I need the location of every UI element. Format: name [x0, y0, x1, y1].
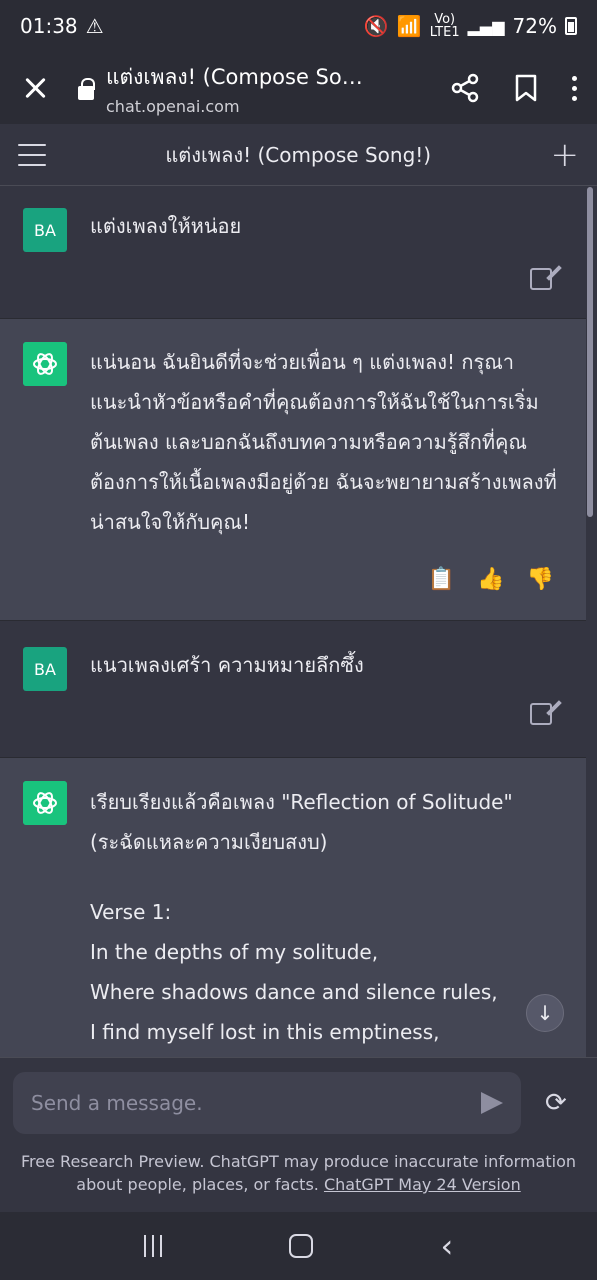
lyric-line: Where shadows dance and silence rules,	[90, 980, 498, 1004]
status-bar: 01:38 ⚠ 🔇 📶 Vo) LTE1 ▂▄▆ 72%	[0, 0, 597, 52]
lyric-line: In the depths of my solitude,	[90, 940, 379, 964]
user-avatar: BA	[23, 208, 67, 252]
send-icon[interactable]	[481, 1092, 503, 1114]
close-icon[interactable]	[20, 73, 50, 103]
lock-icon	[78, 78, 95, 100]
bookmark-icon[interactable]	[514, 73, 538, 103]
song-title-line: เรียบเรียงแล้วคือเพลง "Reflection of Sol…	[90, 790, 513, 814]
more-icon[interactable]	[572, 75, 577, 101]
battery-percent: 72%	[512, 14, 557, 38]
message-input[interactable]	[31, 1091, 481, 1115]
address-bar[interactable]: แต่งเพลง! (Compose Son… chat.openai.com	[106, 61, 450, 116]
user-message: BA แนวเพลงเศร้า ความหมายลึกซึ้ง	[0, 621, 586, 758]
thumbs-down-icon[interactable]: 👎	[527, 567, 554, 592]
volte-label: Vo) LTE1	[429, 12, 460, 40]
song-subtitle-line: (ระฉัดแหละความเงียบสงบ)	[90, 830, 328, 854]
home-icon[interactable]	[289, 1234, 314, 1258]
back-icon[interactable]: ‹	[440, 1230, 453, 1262]
wifi-icon: 📶	[396, 14, 422, 38]
user-message: BA แต่งเพลงให้หน่อย	[0, 187, 586, 319]
copy-icon[interactable]: 📋	[428, 567, 455, 592]
message-input-box[interactable]	[13, 1072, 521, 1134]
composer: ⟳ Free Research Preview. ChatGPT may pro…	[0, 1057, 597, 1212]
scroll-down-icon[interactable]: ↓	[526, 994, 564, 1032]
battery-icon	[565, 17, 577, 35]
edit-icon[interactable]	[530, 268, 552, 290]
browser-toolbar: แต่งเพลง! (Compose Son… chat.openai.com	[0, 52, 597, 124]
lyric-line: I find myself lost in this emptiness,	[90, 1020, 440, 1044]
version-link[interactable]: ChatGPT May 24 Version	[324, 1175, 521, 1194]
chatgpt-logo-icon	[23, 781, 67, 825]
message-text: แต่งเพลงให้หน่อย	[90, 214, 242, 238]
user-avatar: BA	[23, 647, 67, 691]
recents-icon[interactable]	[143, 1235, 162, 1257]
assistant-message: แน่นอน ฉันยินดีที่จะช่วยเพื่อน ๆ แต่งเพล…	[0, 319, 586, 621]
regenerate-icon[interactable]: ⟳	[545, 1088, 567, 1118]
mute-icon: 🔇	[363, 14, 389, 38]
status-time: 01:38	[20, 14, 78, 38]
lyric-line: Verse 1:	[90, 900, 172, 924]
edit-icon[interactable]	[530, 703, 552, 725]
browser-url: chat.openai.com	[106, 96, 240, 116]
signal-icon: ▂▄▆	[467, 16, 505, 36]
app-header: แต่งเพลง! (Compose Song!) +	[0, 124, 597, 186]
page-title: แต่งเพลง! (Compose Song!)	[165, 142, 432, 167]
navigation-bar: ‹	[0, 1212, 597, 1280]
disclaimer: Free Research Preview. ChatGPT may produ…	[20, 1150, 577, 1196]
share-icon[interactable]	[450, 73, 480, 103]
scrollbar[interactable]	[587, 187, 593, 517]
message-text: เรียบเรียงแล้วคือเพลง "Reflection of Sol…	[90, 782, 560, 1052]
browser-page-title: แต่งเพลง! (Compose Son…	[106, 64, 376, 89]
chatgpt-logo-icon	[23, 342, 67, 386]
warning-icon: ⚠	[85, 14, 104, 38]
menu-icon[interactable]	[18, 143, 46, 166]
thumbs-up-icon[interactable]: 👍	[477, 567, 504, 592]
conversation[interactable]: BA แต่งเพลงให้หน่อย แน่นอน ฉันยินดีที่จะ…	[0, 187, 586, 1057]
new-chat-icon[interactable]: +	[551, 135, 580, 175]
message-text: แน่นอน ฉันยินดีที่จะช่วยเพื่อน ๆ แต่งเพล…	[90, 350, 557, 534]
message-text: แนวเพลงเศร้า ความหมายลึกซึ้ง	[90, 653, 364, 677]
assistant-message: เรียบเรียงแล้วคือเพลง "Reflection of Sol…	[0, 758, 586, 1057]
